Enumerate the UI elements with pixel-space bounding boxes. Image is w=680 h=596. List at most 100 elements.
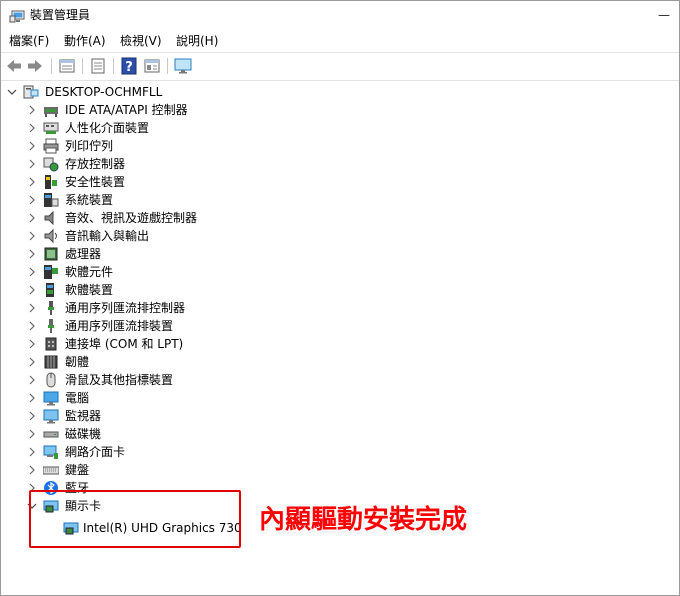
network-adapter-icon [43, 445, 58, 459]
tree-category-label: 鍵盤 [65, 463, 90, 477]
chevron-right-icon[interactable] [27, 230, 37, 242]
port-icon [45, 337, 57, 351]
computer-icon [23, 85, 39, 99]
tree-category-16[interactable]: 電腦 [1, 389, 679, 407]
toolbar-separator [167, 58, 168, 74]
tree-category-7[interactable]: 音訊輸入與輸出 [1, 227, 679, 245]
usb-device-icon [48, 319, 54, 333]
tree-category-label: 監視器 [65, 409, 102, 423]
tree-category-4[interactable]: 安全性裝置 [1, 173, 679, 191]
audio-io-icon [44, 228, 57, 244]
tree-category-17[interactable]: 監視器 [1, 407, 679, 425]
chevron-right-icon[interactable] [27, 212, 37, 224]
toolbar-separator [51, 58, 52, 74]
tree-category-label: 連接埠 (COM 和 LPT) [65, 337, 184, 351]
tree-category-label: 人性化介面裝置 [65, 121, 150, 135]
tree-category-label: 音效、視訊及遊戲控制器 [65, 211, 198, 225]
toolbar-separator [113, 58, 114, 74]
view-icon[interactable] [143, 57, 161, 75]
chevron-right-icon[interactable] [27, 248, 37, 260]
chevron-right-icon[interactable] [27, 374, 37, 386]
system-device-icon [44, 193, 59, 207]
tree-category-1[interactable]: 人性化介面裝置 [1, 119, 679, 137]
tree-category-15[interactable]: 滑鼠及其他指標裝置 [1, 371, 679, 389]
chevron-right-icon[interactable] [27, 122, 37, 134]
menu-view[interactable]: 檢視(V) [120, 33, 162, 49]
sound-icon [44, 210, 54, 226]
list-icon[interactable] [89, 57, 107, 75]
storage-controller-icon [43, 157, 59, 172]
chevron-right-icon[interactable] [27, 158, 37, 170]
hid-icon [43, 122, 59, 134]
monitor-icon[interactable] [174, 57, 192, 75]
ide-controller-icon [44, 107, 58, 117]
chevron-right-icon[interactable] [27, 104, 37, 116]
tree-category-13[interactable]: 連接埠 (COM 和 LPT) [1, 335, 679, 353]
tree-category-14[interactable]: 韌體 [1, 353, 679, 371]
chevron-right-icon[interactable] [27, 284, 37, 296]
tree-category-6[interactable]: 音效、視訊及遊戲控制器 [1, 209, 679, 227]
menu-file[interactable]: 檔案(F) [9, 33, 49, 49]
annotation-text: 內顯驅動安裝完成 [259, 505, 468, 535]
menu-action[interactable]: 動作(A) [64, 33, 106, 49]
tree-category-label: 存放控制器 [65, 157, 126, 171]
tree-category-label: 處理器 [65, 247, 102, 261]
tree-category-label: 音訊輸入與輸出 [65, 229, 150, 243]
svg-text:?: ? [125, 60, 133, 75]
device-manager-icon [9, 10, 25, 23]
toolbar-separator-line [1, 80, 679, 81]
software-component-icon [44, 265, 58, 279]
tree-root[interactable]: DESKTOP-OCHMFLL [1, 83, 679, 101]
printer-icon [43, 138, 59, 154]
tree-category-label: 韌體 [65, 355, 90, 369]
minimize-button[interactable]: — [653, 5, 675, 25]
chevron-right-icon[interactable] [27, 392, 37, 404]
keyboard-icon [43, 466, 59, 475]
tree-category-label: 網路介面卡 [65, 445, 126, 459]
security-device-icon [45, 175, 57, 189]
computer-icon [43, 391, 59, 406]
chevron-right-icon[interactable] [27, 338, 37, 350]
tree-category-label: 通用序列匯流排裝置 [65, 319, 174, 333]
menu-help[interactable]: 說明(H) [176, 33, 218, 49]
software-device-icon [46, 283, 54, 297]
tree-category-2[interactable]: 列印佇列 [1, 137, 679, 155]
chevron-right-icon[interactable] [27, 140, 37, 152]
properties-icon[interactable] [58, 57, 76, 75]
tree-category-10[interactable]: 軟體裝置 [1, 281, 679, 299]
chevron-right-icon[interactable] [27, 356, 37, 368]
chevron-right-icon[interactable] [27, 176, 37, 188]
mouse-icon [46, 372, 56, 388]
tree-category-18[interactable]: 磁碟機 [1, 425, 679, 443]
help-icon[interactable]: ? [120, 57, 138, 75]
tree-category-5[interactable]: 系統裝置 [1, 191, 679, 209]
device-manager-window: 裝置管理員 — 檔案(F) 動作(A) 檢視(V) 說明(H) ? DESKTO… [0, 0, 680, 596]
tree-category-20[interactable]: 鍵盤 [1, 461, 679, 479]
chevron-right-icon[interactable] [27, 302, 37, 314]
tree-category-0[interactable]: IDE ATA/ATAPI 控制器 [1, 101, 679, 119]
chevron-right-icon[interactable] [27, 428, 37, 440]
usb-controller-icon [48, 301, 54, 315]
chevron-right-icon[interactable] [27, 410, 37, 422]
tree-category-label: IDE ATA/ATAPI 控制器 [65, 103, 188, 117]
menu-bar: 檔案(F) 動作(A) 檢視(V) 說明(H) [1, 30, 679, 52]
firmware-icon [44, 355, 58, 369]
chevron-right-icon[interactable] [27, 266, 37, 278]
chevron-right-icon[interactable] [27, 194, 37, 206]
chevron-down-icon[interactable] [7, 86, 17, 98]
tree-category-label: 通用序列匯流排控制器 [65, 301, 186, 315]
computer-name: DESKTOP-OCHMFLL [45, 85, 163, 99]
toolbar-separator [82, 58, 83, 74]
tree-category-12[interactable]: 通用序列匯流排裝置 [1, 317, 679, 335]
back-icon[interactable] [5, 57, 23, 75]
tree-category-9[interactable]: 軟體元件 [1, 263, 679, 281]
tree-category-19[interactable]: 網路介面卡 [1, 443, 679, 461]
tree-category-11[interactable]: 通用序列匯流排控制器 [1, 299, 679, 317]
chevron-right-icon[interactable] [27, 446, 37, 458]
tree-category-8[interactable]: 處理器 [1, 245, 679, 263]
chevron-right-icon[interactable] [27, 464, 37, 476]
window-title: 裝置管理員 [30, 8, 91, 22]
chevron-right-icon[interactable] [27, 320, 37, 332]
forward-icon[interactable] [26, 57, 44, 75]
tree-category-3[interactable]: 存放控制器 [1, 155, 679, 173]
